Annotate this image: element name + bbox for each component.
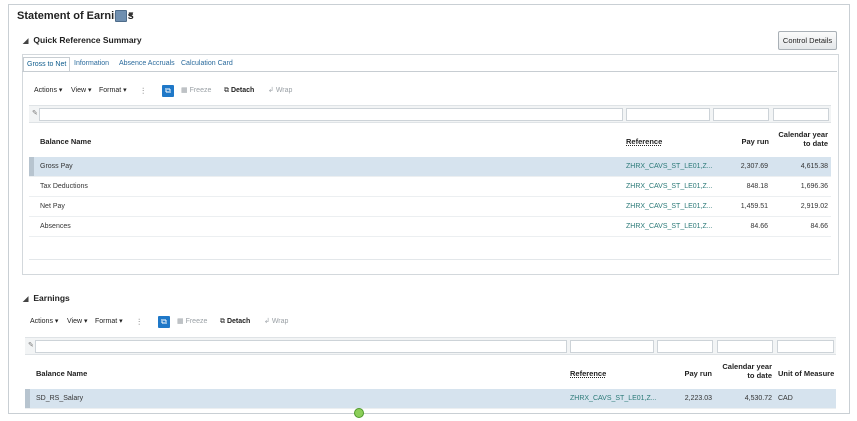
tab-calculation-card[interactable]: Calculation Card	[181, 57, 233, 71]
earnings-toolbar: Actions ▾ View ▾ Format ▾ ⫶ ⧉ ▦ Freeze ⧉…	[30, 315, 330, 329]
wrap-icon: ↲	[268, 87, 274, 94]
tab-absence-accruals[interactable]: Absence Accruals	[119, 57, 175, 71]
filter-reference[interactable]	[626, 108, 710, 121]
filter-reference[interactable]	[570, 340, 654, 353]
filter-calendar-year[interactable]	[717, 340, 773, 353]
filter-unit-of-measure[interactable]	[777, 340, 834, 353]
quick-reference-toolbar: Actions ▾ View ▾ Format ▾ ⫶ ⧉ ▦ Freeze ⧉…	[34, 84, 334, 98]
table-header: Balance Name Reference Pay run Calendar …	[25, 360, 836, 388]
balance-name: Absences	[40, 223, 71, 230]
reference-link[interactable]: ZHRX_CAVS_ST_LE01,Z...	[626, 157, 713, 176]
reference-link[interactable]: ZHRX_CAVS_ST_LE01,Z...	[626, 197, 713, 216]
chevron-down-icon[interactable]: ▼	[127, 10, 135, 19]
column-pay-run[interactable]: Pay run	[729, 137, 769, 146]
quick-reference-title: Quick Reference Summary	[33, 35, 142, 45]
column-calendar-year[interactable]: Calendar year to date	[775, 130, 828, 148]
pay-run-value: 1,459.51	[740, 203, 768, 210]
resize-handle[interactable]	[354, 408, 364, 418]
freeze-button[interactable]: ▦ Freeze	[181, 84, 211, 98]
pay-run-value: 84.66	[750, 223, 768, 230]
column-unit-of-measure[interactable]: Unit of Measure	[778, 369, 834, 378]
column-balance-name[interactable]: Balance Name	[36, 369, 87, 378]
detach-button[interactable]: ⧉ Detach	[224, 84, 254, 98]
detach-icon: ⧉	[224, 87, 229, 94]
query-by-example-icon[interactable]: ⧉	[162, 85, 174, 97]
pay-run-value: 848.18	[746, 183, 768, 190]
format-menu[interactable]: Format ▾	[99, 84, 127, 98]
filter-calendar-year[interactable]	[773, 108, 829, 121]
filter-balance-name[interactable]	[39, 108, 623, 121]
earnings-header[interactable]: ◢ Earnings	[23, 293, 70, 303]
ytd-value: 4,615.38	[800, 163, 828, 170]
freeze-icon: ▦	[181, 87, 188, 94]
detach-button[interactable]: ⧉ Detach	[220, 315, 250, 329]
table-row[interactable]: Tax Deductions ZHRX_CAVS_ST_LE01,Z... 84…	[29, 177, 831, 197]
unit-of-measure-value: CAD	[778, 395, 793, 402]
document-menu-icon[interactable]	[115, 10, 127, 22]
column-reference[interactable]: Reference	[626, 137, 662, 146]
table-footer-divider	[29, 259, 831, 260]
balance-name: Gross Pay	[40, 163, 73, 170]
detach-icon: ⧉	[220, 318, 225, 325]
query-by-example-row: ✎	[25, 337, 836, 355]
filter-pay-run[interactable]	[657, 340, 713, 353]
pencil-icon: ✎	[28, 342, 34, 349]
tab-underline	[22, 71, 837, 72]
ytd-value: 1,696.36	[800, 183, 828, 190]
tab-information[interactable]: Information	[74, 57, 109, 71]
column-pay-run[interactable]: Pay run	[670, 369, 712, 378]
pay-run-value: 2,223.03	[684, 395, 712, 402]
actions-menu[interactable]: Actions ▾	[34, 84, 62, 98]
control-details-button[interactable]: Control Details	[778, 31, 837, 50]
tab-gross-to-net[interactable]: Gross to Net	[23, 57, 71, 72]
reference-link[interactable]: ZHRX_CAVS_ST_LE01,Z...	[626, 217, 713, 236]
selection-marker	[29, 157, 34, 176]
reference-link[interactable]: ZHRX_CAVS_ST_LE01,Z...	[570, 389, 657, 408]
ytd-value: 84.66	[810, 223, 828, 230]
balance-name: Tax Deductions	[40, 183, 88, 190]
actions-menu[interactable]: Actions ▾	[30, 315, 58, 329]
reference-link[interactable]: ZHRX_CAVS_ST_LE01,Z...	[626, 177, 713, 196]
table-header: Balance Name Reference Pay run Calendar …	[29, 128, 831, 156]
table-row[interactable]: SD_RS_Salary ZHRX_CAVS_ST_LE01,Z... 2,22…	[25, 389, 836, 409]
freeze-icon: ▦	[177, 318, 184, 325]
ytd-value: 4,530.72	[744, 395, 772, 402]
column-balance-name[interactable]: Balance Name	[40, 137, 91, 146]
wrap-button[interactable]: ↲ Wrap	[268, 84, 292, 98]
selection-marker	[25, 389, 30, 408]
freeze-button[interactable]: ▦ Freeze	[177, 315, 207, 329]
format-menu[interactable]: Format ▾	[95, 315, 123, 329]
query-by-example-icon[interactable]: ⧉	[158, 316, 170, 328]
column-calendar-year[interactable]: Calendar year to date	[717, 362, 772, 380]
earnings-title: Earnings	[33, 293, 70, 303]
quick-reference-header[interactable]: ◢ Quick Reference Summary	[23, 35, 142, 45]
ytd-value: 2,919.02	[800, 203, 828, 210]
manage-columns-icon[interactable]: ⫶	[142, 84, 144, 98]
balance-name: SD_RS_Salary	[36, 395, 84, 402]
balance-name: Net Pay	[40, 203, 65, 210]
filter-balance-name[interactable]	[35, 340, 567, 353]
triangle-down-icon[interactable]: ◢	[23, 38, 28, 45]
table-row[interactable]: Absences ZHRX_CAVS_ST_LE01,Z... 84.66 84…	[29, 217, 831, 237]
query-by-example-row: ✎	[29, 105, 831, 123]
column-reference[interactable]: Reference	[570, 369, 606, 378]
view-menu[interactable]: View ▾	[71, 84, 92, 98]
pay-run-value: 2,307.69	[740, 163, 768, 170]
wrap-button[interactable]: ↲ Wrap	[264, 315, 288, 329]
table-row[interactable]: Net Pay ZHRX_CAVS_ST_LE01,Z... 1,459.51 …	[29, 197, 831, 217]
view-menu[interactable]: View ▾	[67, 315, 88, 329]
table-row[interactable]: Gross Pay ZHRX_CAVS_ST_LE01,Z... 2,307.6…	[29, 157, 831, 177]
triangle-down-icon[interactable]: ◢	[23, 296, 28, 303]
pencil-icon: ✎	[32, 110, 38, 117]
manage-columns-icon[interactable]: ⫶	[138, 315, 140, 329]
filter-pay-run[interactable]	[713, 108, 769, 121]
wrap-icon: ↲	[264, 318, 270, 325]
